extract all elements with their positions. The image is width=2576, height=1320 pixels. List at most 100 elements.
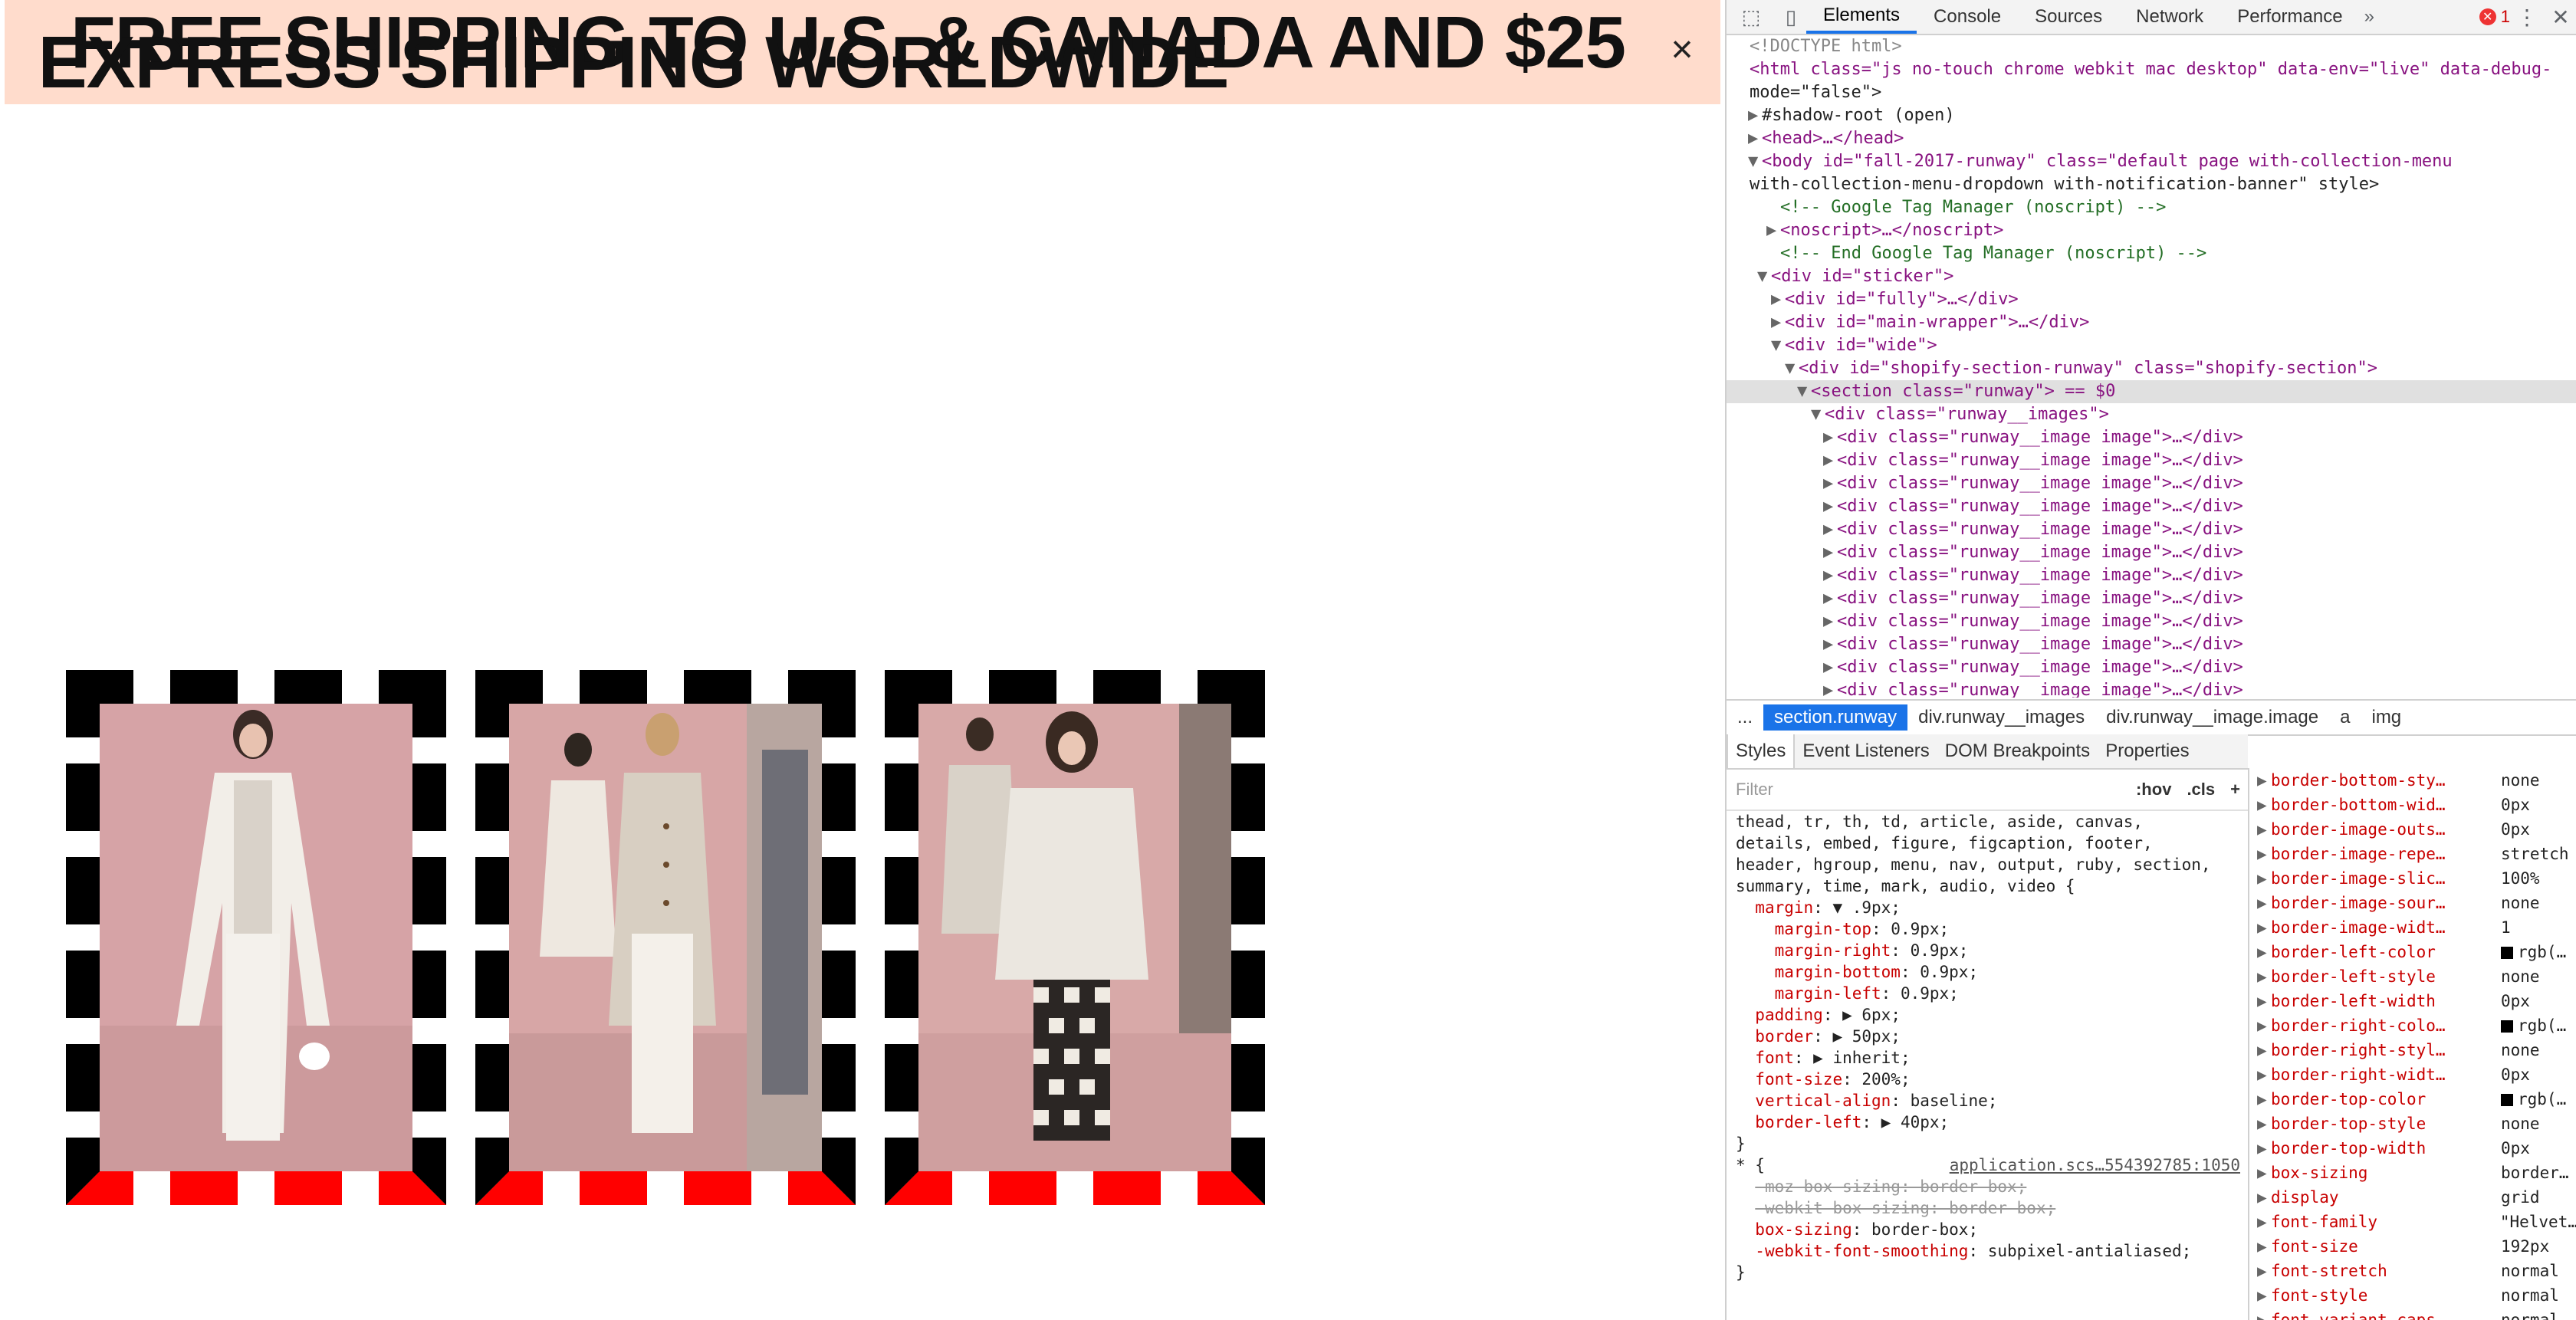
breadcrumb-ellipsis[interactable]: ... — [1727, 707, 1763, 728]
computed-property-row[interactable]: ▶ font-family "Helvet… — [2249, 1210, 2576, 1234]
dom-node-line[interactable]: <html class="js no-touch chrome webkit m… — [1727, 58, 2576, 81]
dom-node-line[interactable]: ▶ <div class="runway__image image">…</div… — [1727, 679, 2576, 698]
style-rule-line[interactable]: * {application.scs…554392785:1050 — [1727, 1154, 2248, 1176]
expand-arrow-icon[interactable]: ▶ — [1823, 541, 1837, 564]
dom-node-line[interactable]: ▶ <div class="runway__image image">…</div… — [1727, 587, 2576, 610]
dom-node-line[interactable]: ▶ <div class="runway__image image">…</div… — [1727, 449, 2576, 472]
expand-arrow-icon[interactable]: ▶ — [2257, 1210, 2271, 1234]
style-rule-line[interactable]: margin-bottom: 0.9px; — [1727, 961, 2248, 983]
styles-filter-input[interactable]: Filter — [1727, 780, 2128, 800]
expand-arrow-icon[interactable]: ▼ — [1785, 357, 1799, 380]
computed-property-row[interactable]: ▶ border-right-widt… 0px — [2249, 1062, 2576, 1087]
dom-node-line[interactable]: with-collection-menu-dropdown with-notif… — [1727, 173, 2576, 196]
expand-arrow-icon[interactable]: ▶ — [2257, 1111, 2271, 1136]
expand-arrow-icon[interactable]: ▶ — [1823, 679, 1837, 698]
breadcrumb-section-runway[interactable]: section.runway — [1763, 704, 1908, 731]
expand-arrow-icon[interactable]: ▶ — [2257, 1308, 2271, 1320]
computed-property-row[interactable]: ▶ font-variant-caps normal — [2249, 1308, 2576, 1320]
dom-node-line[interactable]: ▶ <head>…</head> — [1727, 127, 2576, 150]
expand-arrow-icon[interactable]: ▶ — [1823, 472, 1837, 495]
computed-property-row[interactable]: ▶ border-top-style none — [2249, 1111, 2576, 1136]
computed-property-row[interactable]: ▶ border-image-slic… 100% — [2249, 866, 2576, 891]
error-counter[interactable]: ✕ 1 — [2479, 7, 2510, 27]
computed-property-row[interactable]: ▶ border-left-style none — [2249, 964, 2576, 989]
expand-arrow-icon[interactable]: ▶ — [2257, 866, 2271, 891]
expand-arrow-icon[interactable]: ▶ — [2257, 1013, 2271, 1038]
style-rule-line[interactable]: font: ▶ inherit; — [1727, 1047, 2248, 1069]
dom-node-line[interactable]: ▶ <div class="runway__image image">…</div… — [1727, 610, 2576, 633]
expand-arrow-icon[interactable]: ▶ — [2257, 1062, 2271, 1087]
computed-property-row[interactable]: ▶ border-image-widt… 1 — [2249, 915, 2576, 940]
style-rule-line[interactable]: thead, tr, th, td, article, aside, canva… — [1727, 811, 2248, 832]
tab-properties[interactable]: Properties — [2098, 734, 2196, 768]
expand-arrow-icon[interactable]: ▶ — [2257, 1087, 2271, 1111]
runway-image-1[interactable] — [66, 670, 446, 1205]
expand-arrow-icon[interactable]: ▼ — [1748, 150, 1762, 173]
computed-property-row[interactable]: ▶ border-left-color rgb(… — [2249, 940, 2576, 964]
expand-arrow-icon[interactable]: ▶ — [2257, 1234, 2271, 1259]
expand-arrow-icon[interactable]: ▶ — [1748, 127, 1762, 150]
dom-node-line[interactable]: ▼ <div id="shopify-section-runway" class=… — [1727, 357, 2576, 380]
dom-node-line[interactable]: <!-- Google Tag Manager (noscript) --> — [1727, 196, 2576, 219]
dom-node-line[interactable]: ▶ <div class="runway__image image">…</div… — [1727, 518, 2576, 541]
expand-arrow-icon[interactable]: ▶ — [2257, 842, 2271, 866]
dom-node-line[interactable]: ▼ <div id="wide"> — [1727, 334, 2576, 357]
tab-console[interactable]: Console — [1917, 0, 2018, 34]
breadcrumb-img[interactable]: img — [2361, 707, 2412, 728]
expand-arrow-icon[interactable]: ▶ — [1766, 219, 1780, 242]
computed-property-row[interactable]: ▶ font-style normal — [2249, 1283, 2576, 1308]
dom-node-line[interactable]: ▶ <noscript>…</noscript> — [1727, 219, 2576, 242]
runway-image-2[interactable] — [475, 670, 856, 1205]
expand-arrow-icon[interactable]: ▶ — [1823, 656, 1837, 679]
dom-node-line[interactable]: ▼ <div class="runway__images"> — [1727, 403, 2576, 426]
expand-arrow-icon[interactable]: ▶ — [2257, 1259, 2271, 1283]
new-style-rule-button[interactable]: + — [2223, 780, 2248, 800]
class-toggle-button[interactable]: .cls — [2179, 780, 2223, 800]
style-rule-line[interactable]: box-sizing: border-box; — [1727, 1219, 2248, 1240]
style-rule-line[interactable]: -webkit-box-sizing: border-box; — [1727, 1197, 2248, 1219]
computed-property-row[interactable]: ▶ border-right-colo… rgb(… — [2249, 1013, 2576, 1038]
banner-close-button[interactable]: × — [1659, 26, 1705, 72]
breadcrumb-runway-images[interactable]: div.runway__images — [1907, 707, 2095, 728]
tab-styles[interactable]: Styles — [1727, 734, 1796, 768]
dom-node-line[interactable]: ▶ <div class="runway__image image">…</div… — [1727, 656, 2576, 679]
dom-node-line[interactable]: ▼ <div id="sticker"> — [1727, 265, 2576, 288]
dom-node-line[interactable]: ▶ <div id="main-wrapper">…</div> — [1727, 311, 2576, 334]
style-rule-line[interactable]: margin-left: 0.9px; — [1727, 983, 2248, 1004]
style-rule-line[interactable]: summary, time, mark, audio, video { — [1727, 875, 2248, 897]
expand-arrow-icon[interactable]: ▶ — [2257, 891, 2271, 915]
device-toolbar-icon[interactable]: ▯ — [1776, 2, 1806, 32]
color-swatch-icon[interactable] — [2501, 1020, 2513, 1033]
color-swatch-icon[interactable] — [2501, 1094, 2513, 1106]
expand-arrow-icon[interactable]: ▶ — [2257, 1136, 2271, 1161]
style-rule-line[interactable]: padding: ▶ 6px; — [1727, 1004, 2248, 1026]
tab-network[interactable]: Network — [2119, 0, 2220, 34]
computed-property-row[interactable]: ▶ border-image-repe… stretch — [2249, 842, 2576, 866]
dom-node-line[interactable]: ▼ <body id="fall-2017-runway" class="defa… — [1727, 150, 2576, 173]
expand-arrow-icon[interactable]: ▶ — [2257, 915, 2271, 940]
expand-arrow-icon[interactable]: ▶ — [1823, 564, 1837, 587]
computed-property-row[interactable]: ▶ box-sizing border… — [2249, 1161, 2576, 1185]
computed-property-row[interactable]: ▶ border-top-color rgb(… — [2249, 1087, 2576, 1111]
style-rule-line[interactable]: vertical-align: baseline; — [1727, 1090, 2248, 1111]
expand-arrow-icon[interactable]: ▶ — [1823, 518, 1837, 541]
expand-arrow-icon[interactable]: ▶ — [1823, 449, 1837, 472]
expand-arrow-icon[interactable]: ▶ — [1823, 587, 1837, 610]
computed-property-row[interactable]: ▶ font-stretch normal — [2249, 1259, 2576, 1283]
expand-arrow-icon[interactable]: ▶ — [2257, 989, 2271, 1013]
computed-property-row[interactable]: ▶ border-left-width 0px — [2249, 989, 2576, 1013]
computed-property-row[interactable]: ▶ border-image-sour… none — [2249, 891, 2576, 915]
expand-arrow-icon[interactable]: ▶ — [1748, 104, 1762, 127]
expand-arrow-icon[interactable]: ▶ — [2257, 768, 2271, 793]
style-rule-line[interactable]: font-size: 200%; — [1727, 1069, 2248, 1090]
computed-property-row[interactable]: ▶ border-bottom-sty… none — [2249, 768, 2576, 793]
style-rule-line[interactable]: } — [1727, 1262, 2248, 1283]
style-rule-line[interactable]: border-left: ▶ 40px; — [1727, 1111, 2248, 1133]
dom-node-line[interactable]: ▶ <div class="runway__image image">…</div… — [1727, 472, 2576, 495]
expand-arrow-icon[interactable]: ▼ — [1811, 403, 1825, 426]
expand-arrow-icon[interactable]: ▼ — [1771, 334, 1785, 357]
expand-arrow-icon[interactable]: ▶ — [2257, 1161, 2271, 1185]
tab-performance[interactable]: Performance — [2220, 0, 2359, 34]
dom-node-line[interactable]: ▼ <section class="runway"> == $0 — [1727, 380, 2576, 403]
expand-arrow-icon[interactable]: ▶ — [1823, 633, 1837, 656]
